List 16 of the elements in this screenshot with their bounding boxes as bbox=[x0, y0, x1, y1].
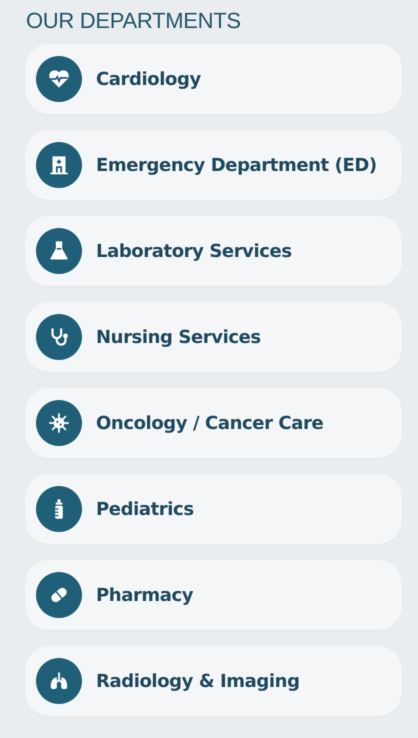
department-link[interactable]: Radiology & Imaging bbox=[25, 646, 402, 716]
lungs-icon bbox=[36, 658, 82, 704]
hospital-icon bbox=[36, 142, 82, 188]
baby-bottle-icon bbox=[36, 486, 82, 532]
department-link[interactable]: Nursing Services bbox=[25, 302, 402, 372]
section-heading: OUR DEPARTMENTS bbox=[26, 8, 241, 34]
flask-icon bbox=[36, 228, 82, 274]
pill-icon bbox=[36, 572, 82, 618]
department-link[interactable]: Pharmacy bbox=[25, 560, 402, 630]
department-link[interactable]: Oncology / Cancer Care bbox=[25, 388, 402, 458]
department-link[interactable]: Emergency Department (ED) bbox=[25, 130, 402, 200]
stethoscope-icon bbox=[36, 314, 82, 360]
department-link[interactable]: Laboratory Services bbox=[25, 216, 402, 286]
virus-icon bbox=[36, 400, 82, 446]
department-link[interactable]: Cardiology bbox=[25, 44, 402, 114]
department-link[interactable]: Pediatrics bbox=[25, 474, 402, 544]
